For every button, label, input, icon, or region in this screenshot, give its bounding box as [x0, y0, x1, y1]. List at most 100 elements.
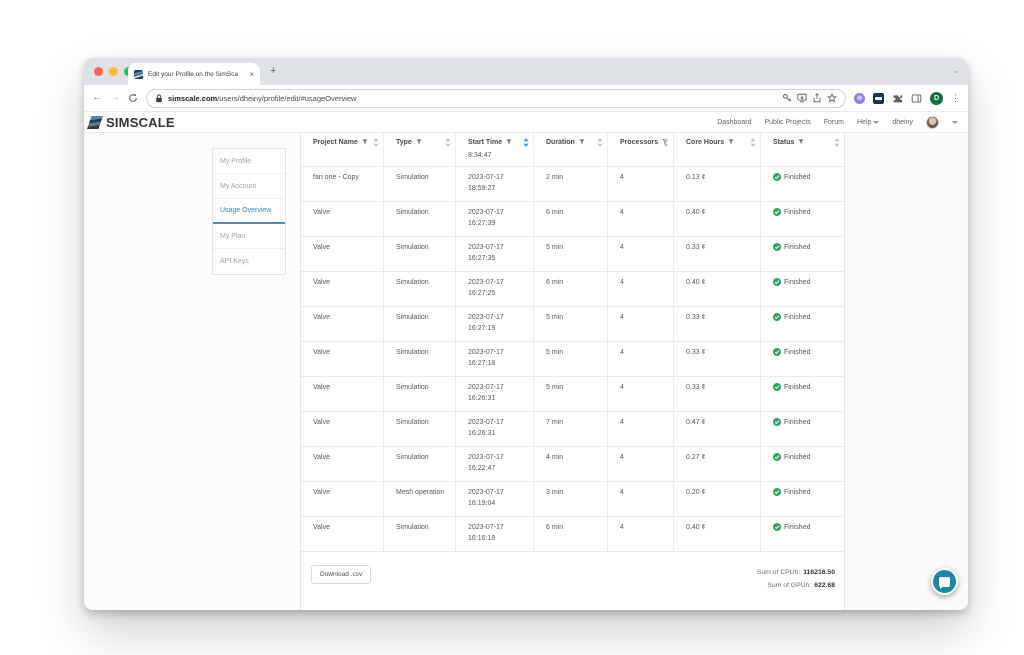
- cell-processors: 4: [608, 517, 674, 551]
- chat-launcher-button[interactable]: [931, 568, 958, 595]
- cell-project: Valve: [301, 202, 384, 236]
- download-csv-button[interactable]: Download .csv: [311, 565, 371, 584]
- status-label: Finished: [784, 382, 810, 393]
- cell-core-hours: 0.40 ¢: [674, 517, 761, 551]
- cell-core-hours: 0.33 ¢: [674, 342, 761, 376]
- sort-arrows-icon[interactable]: [750, 138, 756, 147]
- start-date: 2023-07-17: [468, 347, 527, 358]
- column-label: Project Name: [313, 139, 358, 146]
- column-header[interactable]: Duration: [534, 133, 608, 151]
- start-clock: 16:19:04: [468, 498, 527, 509]
- page-content: My Profile My Account Usage Overview My …: [84, 133, 968, 610]
- sort-arrows-icon[interactable]: [373, 138, 379, 147]
- sidebar-item[interactable]: Usage Overview: [213, 199, 285, 224]
- chevron-down-icon: [873, 121, 879, 124]
- extension-navy-icon[interactable]: [873, 93, 884, 104]
- chrome-menu-icon[interactable]: ⋮: [951, 93, 960, 104]
- tab-close-icon[interactable]: ×: [249, 70, 254, 79]
- column-header[interactable]: Core Hours: [674, 133, 761, 151]
- cell-start-time: 2023-07-17 16:27:39: [456, 202, 534, 236]
- start-date: 2023-07-17: [468, 487, 527, 498]
- tab-search-chevron-icon[interactable]: ⌄: [952, 66, 959, 75]
- status-label: Finished: [784, 207, 810, 218]
- column-label: Status: [773, 139, 794, 146]
- password-key-icon[interactable]: [782, 93, 792, 103]
- user-avatar[interactable]: [926, 116, 939, 129]
- nav-forum[interactable]: Forum: [824, 119, 844, 126]
- account-chevron-down-icon[interactable]: [952, 121, 958, 124]
- column-label: Type: [396, 139, 412, 146]
- side-panel-icon[interactable]: [911, 93, 922, 104]
- filter-funnel-icon[interactable]: [798, 139, 804, 145]
- simscale-logo[interactable]: SIMSCALE: [87, 115, 175, 130]
- cell-start-time: 2023-07-17 18:59:27: [456, 167, 534, 201]
- browser-toolbar: ← → simscale.com/users/dheiny/profile/ed…: [84, 85, 968, 112]
- cell-type: Simulation: [384, 237, 456, 271]
- cell-core-hours: 0.27 ¢: [674, 447, 761, 481]
- nav-dashboard[interactable]: Dashboard: [717, 119, 751, 126]
- chrome-profile-avatar[interactable]: D: [930, 92, 943, 105]
- sort-arrows-icon[interactable]: [523, 138, 529, 147]
- nav-username[interactable]: dheiny: [892, 119, 913, 126]
- sort-arrows-icon[interactable]: [834, 138, 840, 147]
- cell-project: Valve: [301, 237, 384, 271]
- cell-core-hours: [674, 151, 761, 166]
- cell-core-hours: 0.40 ¢: [674, 202, 761, 236]
- extensions-puzzle-icon[interactable]: [892, 93, 903, 104]
- filter-funnel-icon[interactable]: [416, 139, 422, 145]
- cell-processors: 4: [608, 342, 674, 376]
- address-bar[interactable]: simscale.com/users/dheiny/profile/edit/#…: [146, 89, 846, 108]
- forward-button[interactable]: →: [110, 93, 120, 103]
- browser-tab[interactable]: Edit your Profile on the SimSca ×: [128, 63, 260, 85]
- column-header[interactable]: Type: [384, 133, 456, 151]
- sidebar-item[interactable]: My Profile: [213, 149, 285, 174]
- column-header[interactable]: Status: [761, 133, 844, 151]
- back-button[interactable]: ←: [92, 93, 102, 103]
- sum-cpuh: Sum of CPUh:116216.50: [757, 566, 835, 579]
- new-tab-button[interactable]: +: [270, 64, 276, 79]
- filter-funnel-icon[interactable]: [362, 139, 368, 145]
- filter-funnel-icon[interactable]: [728, 139, 734, 145]
- filter-funnel-icon[interactable]: [506, 139, 512, 145]
- status-label: Finished: [784, 417, 810, 428]
- status-label: Finished: [784, 277, 810, 288]
- close-window-button[interactable]: [94, 67, 103, 76]
- bookmark-star-icon[interactable]: [827, 93, 837, 103]
- sidebar-item[interactable]: API Keys: [213, 249, 285, 274]
- nav-public-projects[interactable]: Public Projects: [764, 119, 810, 126]
- minimize-window-button[interactable]: [109, 67, 118, 76]
- start-date: 2023-07-17: [468, 207, 527, 218]
- cell-status: [761, 151, 844, 166]
- finished-check-icon: [773, 523, 781, 531]
- cell-duration: 3 min: [534, 482, 608, 516]
- cell-type: Simulation: [384, 412, 456, 446]
- column-header[interactable]: Start Time: [456, 133, 534, 151]
- desktop-background: Edit your Profile on the SimSca × + ⌄ ← …: [0, 0, 1024, 655]
- column-header[interactable]: Processors: [608, 133, 674, 151]
- start-clock: 16:27:35: [468, 253, 527, 264]
- finished-check-icon: [773, 243, 781, 251]
- filter-funnel-icon[interactable]: [579, 139, 585, 145]
- sort-arrows-icon[interactable]: [663, 138, 669, 147]
- extension-purple-icon[interactable]: [854, 93, 865, 104]
- cell-project: Valve: [301, 342, 384, 376]
- sort-arrows-icon[interactable]: [597, 138, 603, 147]
- status-label: Finished: [784, 312, 810, 323]
- start-date: 2023-07-17: [468, 312, 527, 323]
- column-header[interactable]: Project Name: [301, 133, 384, 151]
- column-label: Core Hours: [686, 139, 724, 146]
- cell-core-hours: 0.47 ¢: [674, 412, 761, 446]
- nav-help[interactable]: Help: [857, 119, 879, 126]
- cell-start-time: 2023-07-17 16:27:19: [456, 307, 534, 341]
- sidebar-item[interactable]: My Account: [213, 174, 285, 199]
- install-app-icon[interactable]: [797, 93, 807, 103]
- sort-arrows-icon[interactable]: [445, 138, 451, 147]
- sidebar-item[interactable]: My Plan: [213, 224, 285, 249]
- reload-button[interactable]: [128, 93, 138, 103]
- lock-icon[interactable]: [155, 94, 163, 103]
- cell-processors: 4: [608, 307, 674, 341]
- cell-start-time: 2023-07-17 16:19:04: [456, 482, 534, 516]
- cell-type: Simulation: [384, 342, 456, 376]
- table-body: fan one - Copy Simulation 2023-07-17 18:…: [301, 167, 844, 552]
- share-icon[interactable]: [812, 93, 822, 103]
